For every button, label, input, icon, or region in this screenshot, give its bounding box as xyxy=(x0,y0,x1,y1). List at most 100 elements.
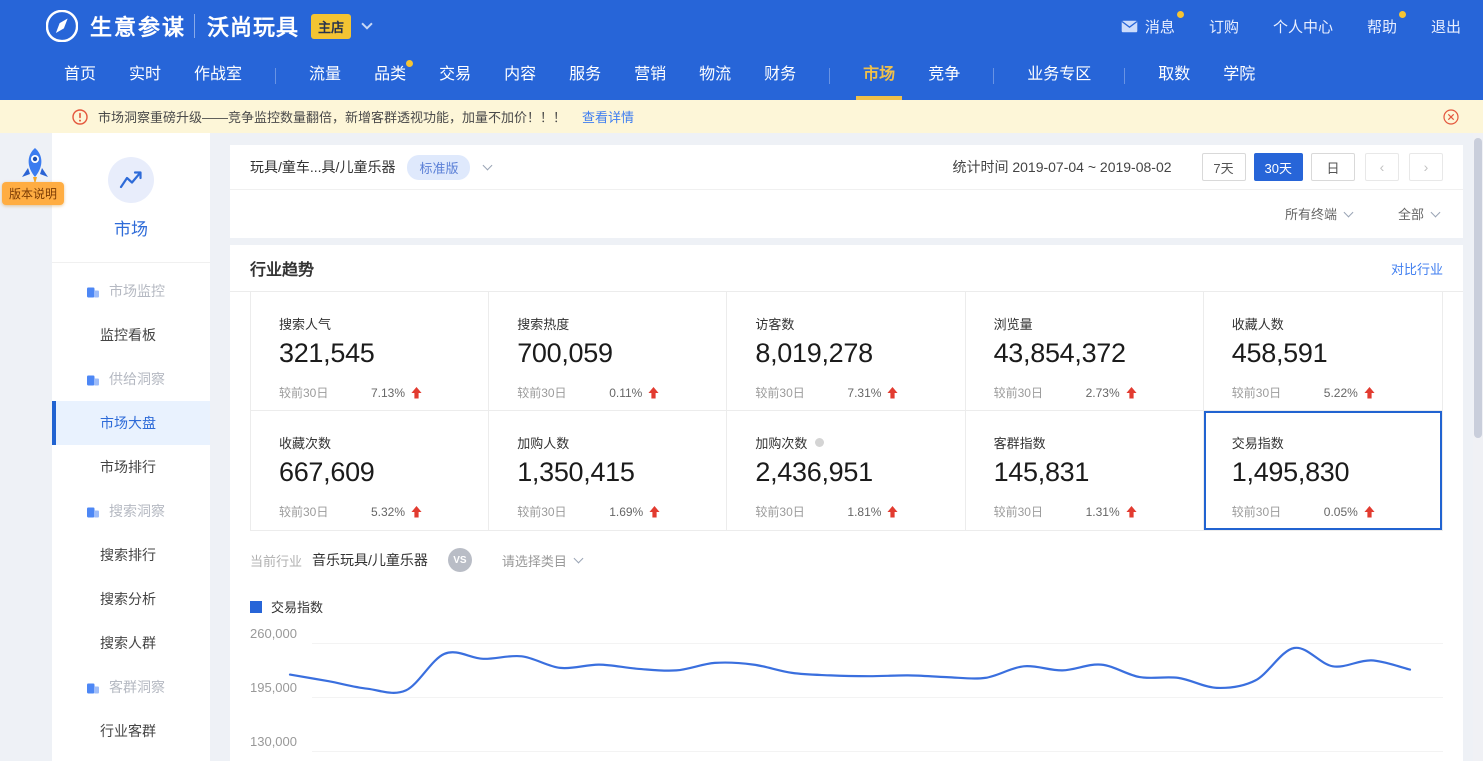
notice-detail-link[interactable]: 查看详情 xyxy=(582,107,634,126)
sidebar-section-audience-insight: 客群洞察 xyxy=(52,665,210,709)
nav-category-dot xyxy=(406,60,413,67)
info-dot-icon[interactable] xyxy=(815,438,824,447)
metric-label: 搜索人气 xyxy=(279,314,331,333)
metric-label: 浏览量 xyxy=(994,314,1033,333)
nav-finance[interactable]: 财务 xyxy=(764,52,796,100)
metric-compare-label: 较前30日 xyxy=(279,503,371,520)
nav-category[interactable]: 品类 xyxy=(374,52,406,100)
nav-home[interactable]: 首页 xyxy=(64,52,96,100)
nav-realtime[interactable]: 实时 xyxy=(129,52,161,100)
logo[interactable]: 生意参谋 沃尚玩具 主店 xyxy=(46,10,371,42)
folder-icon xyxy=(86,285,100,299)
version-badge[interactable]: 标准版 xyxy=(407,155,470,180)
metric-change: 0.11% xyxy=(609,386,642,400)
store-name: 沃尚玩具 xyxy=(207,10,299,42)
category-select[interactable]: 请选择类目 xyxy=(502,551,582,570)
terminal-dropdown[interactable]: 所有终端 xyxy=(1285,204,1352,223)
metric-card-cart-users[interactable]: 加购人数 1,350,415 较前30日1.69% xyxy=(489,411,727,530)
nav-logistics[interactable]: 物流 xyxy=(699,52,731,100)
sidebar-item-label: 搜索分析 xyxy=(100,589,156,609)
next-period-button[interactable]: › xyxy=(1409,153,1443,181)
metric-label: 加购次数 xyxy=(755,433,807,452)
scrollbar-thumb[interactable] xyxy=(1474,138,1482,438)
nav-trade[interactable]: 交易 xyxy=(439,52,471,100)
nav-market[interactable]: 市场 xyxy=(863,52,895,100)
metric-card-audience-index[interactable]: 客群指数 145,831 较前30日1.31% xyxy=(966,411,1204,530)
sidebar-item-market-overview[interactable]: 市场大盘 xyxy=(52,401,210,445)
sidebar-item-search-analysis[interactable]: 搜索分析 xyxy=(52,577,210,621)
sidebar-item-label: 监控看板 xyxy=(100,325,156,345)
section-title: 行业趋势 xyxy=(250,256,314,280)
logout-link[interactable]: 退出 xyxy=(1431,16,1461,37)
folder-icon xyxy=(86,505,100,519)
metric-card-search-heat[interactable]: 搜索热度 700,059 较前30日0.11% xyxy=(489,292,727,411)
nav-competition[interactable]: 竞争 xyxy=(928,52,960,100)
metric-label: 收藏人数 xyxy=(1232,314,1284,333)
metric-card-search-popularity[interactable]: 搜索人气 321,545 较前30日7.13% xyxy=(251,292,489,411)
metric-value: 667,609 xyxy=(279,457,488,488)
up-arrow-icon xyxy=(887,506,898,518)
subscribe-link[interactable]: 订购 xyxy=(1209,16,1239,37)
sidebar-item-monitor-board[interactable]: 监控看板 xyxy=(52,313,210,357)
notice-text: 市场洞察重磅升级——竞争监控数量翻倍，新增客群透视功能，加量不加价！！！ xyxy=(98,107,566,126)
notice-close-icon[interactable] xyxy=(1443,109,1459,125)
metric-compare-label: 较前30日 xyxy=(279,384,371,401)
sidebar-item-search-audience[interactable]: 搜索人群 xyxy=(52,621,210,665)
sidebar-item-audience-perspective[interactable]: 客群透视 xyxy=(52,753,210,761)
top-user-links: 消息 订购 个人中心 帮助 退出 xyxy=(1121,16,1461,37)
metric-card-cart-count[interactable]: 加购次数 2,436,951 较前30日1.81% xyxy=(727,411,965,530)
metric-change: 1.31% xyxy=(1086,505,1120,519)
compare-industry-link[interactable]: 对比行业 xyxy=(1391,259,1443,278)
chevron-down-icon xyxy=(1344,207,1354,217)
metric-change: 7.13% xyxy=(371,386,405,400)
trend-line-svg[interactable] xyxy=(250,622,1443,761)
metric-compare-label: 较前30日 xyxy=(1232,503,1324,520)
chart-legend[interactable]: 交易指数 xyxy=(250,597,1443,616)
sidebar-module-label: 市场 xyxy=(52,215,210,240)
range-30d-button[interactable]: 30天 xyxy=(1254,153,1303,181)
stat-time-label: 统计时间 2019-07-04 ~ 2019-08-02 xyxy=(952,157,1171,177)
sidebar-item-market-ranking[interactable]: 市场排行 xyxy=(52,445,210,489)
brand-divider xyxy=(194,14,195,38)
range-7d-button[interactable]: 7天 xyxy=(1202,153,1246,181)
nav-warroom[interactable]: 作战室 xyxy=(194,52,242,100)
scope-dropdown[interactable]: 全部 xyxy=(1398,204,1439,223)
store-chevron-down-icon[interactable] xyxy=(361,18,372,29)
metric-card-favorites-users[interactable]: 收藏人数 458,591 较前30日5.22% xyxy=(1204,292,1442,411)
nav-business-zone[interactable]: 业务专区 xyxy=(1027,52,1091,100)
version-note-tag[interactable]: 版本说明 xyxy=(2,182,64,205)
compass-logo-icon xyxy=(46,10,78,42)
sidebar-item-search-ranking[interactable]: 搜索排行 xyxy=(52,533,210,577)
main-content: 玩具/童车...具/儿童乐器 标准版 统计时间 2019-07-04 ~ 201… xyxy=(230,133,1463,761)
personal-center-link[interactable]: 个人中心 xyxy=(1273,16,1333,37)
range-day-button[interactable]: 日 xyxy=(1311,153,1355,181)
category-chevron-down-icon[interactable] xyxy=(483,161,493,171)
metric-label: 访客数 xyxy=(755,314,794,333)
metric-label: 加购人数 xyxy=(517,433,569,452)
date-controls: 统计时间 2019-07-04 ~ 2019-08-02 7天 30天 日 ‹ … xyxy=(952,153,1443,181)
category-breadcrumb[interactable]: 玩具/童车...具/儿童乐器 xyxy=(250,157,395,177)
nav-traffic[interactable]: 流量 xyxy=(309,52,341,100)
metric-card-visitors[interactable]: 访客数 8,019,278 较前30日7.31% xyxy=(727,292,965,411)
nav-content[interactable]: 内容 xyxy=(504,52,536,100)
nav-data-fetch[interactable]: 取数 xyxy=(1158,52,1190,100)
nav-academy[interactable]: 学院 xyxy=(1223,52,1255,100)
metric-card-pageviews[interactable]: 浏览量 43,854,372 较前30日2.73% xyxy=(966,292,1204,411)
sidebar-divider xyxy=(52,262,210,263)
sidebar-item-label: 搜索人群 xyxy=(100,633,156,653)
up-arrow-icon xyxy=(649,506,660,518)
sidebar-item-industry-audience[interactable]: 行业客群 xyxy=(52,709,210,753)
nav-service[interactable]: 服务 xyxy=(569,52,601,100)
nav-divider xyxy=(829,68,830,84)
brand-name: 生意参谋 xyxy=(90,10,186,42)
sidebar-section-supply-insight: 供给洞察 xyxy=(52,357,210,401)
prev-period-button[interactable]: ‹ xyxy=(1365,153,1399,181)
help-link[interactable]: 帮助 xyxy=(1367,16,1397,37)
metric-card-trade-index[interactable]: 交易指数 1,495,830 较前30日0.05% xyxy=(1204,411,1442,530)
metric-card-favorites-count[interactable]: 收藏次数 667,609 较前30日5.32% xyxy=(251,411,489,530)
sidebar: 市场 市场监控 监控看板 供给洞察 市场大盘 市场排行 搜索洞察 搜索排行 搜索… xyxy=(52,133,210,761)
legend-swatch xyxy=(250,601,262,613)
nav-marketing[interactable]: 营销 xyxy=(634,52,666,100)
messages-link[interactable]: 消息 xyxy=(1121,16,1175,37)
nav-divider xyxy=(1124,68,1125,84)
